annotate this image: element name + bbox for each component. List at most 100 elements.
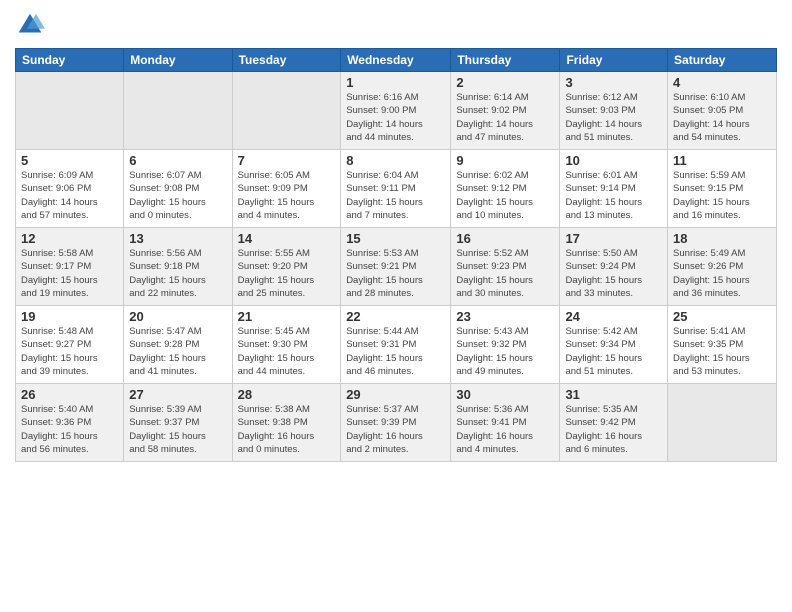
calendar-cell: 23Sunrise: 5:43 AM Sunset: 9:32 PM Dayli… (451, 306, 560, 384)
day-number: 20 (129, 309, 226, 324)
day-info: Sunrise: 6:14 AM Sunset: 9:02 PM Dayligh… (456, 91, 554, 144)
day-number: 14 (238, 231, 336, 246)
day-number: 29 (346, 387, 445, 402)
calendar-cell: 8Sunrise: 6:04 AM Sunset: 9:11 PM Daylig… (341, 150, 451, 228)
calendar-week-row: 26Sunrise: 5:40 AM Sunset: 9:36 PM Dayli… (16, 384, 777, 462)
day-number: 7 (238, 153, 336, 168)
weekday-header: Thursday (451, 49, 560, 72)
day-info: Sunrise: 5:49 AM Sunset: 9:26 PM Dayligh… (673, 247, 771, 300)
calendar-cell (16, 72, 124, 150)
calendar-cell: 30Sunrise: 5:36 AM Sunset: 9:41 PM Dayli… (451, 384, 560, 462)
day-number: 15 (346, 231, 445, 246)
day-info: Sunrise: 6:07 AM Sunset: 9:08 PM Dayligh… (129, 169, 226, 222)
calendar-week-row: 19Sunrise: 5:48 AM Sunset: 9:27 PM Dayli… (16, 306, 777, 384)
day-info: Sunrise: 5:40 AM Sunset: 9:36 PM Dayligh… (21, 403, 118, 456)
day-info: Sunrise: 5:42 AM Sunset: 9:34 PM Dayligh… (565, 325, 662, 378)
day-info: Sunrise: 5:56 AM Sunset: 9:18 PM Dayligh… (129, 247, 226, 300)
calendar-cell: 25Sunrise: 5:41 AM Sunset: 9:35 PM Dayli… (668, 306, 777, 384)
logo (15, 10, 49, 40)
calendar-cell: 22Sunrise: 5:44 AM Sunset: 9:31 PM Dayli… (341, 306, 451, 384)
calendar-cell: 29Sunrise: 5:37 AM Sunset: 9:39 PM Dayli… (341, 384, 451, 462)
weekday-header: Wednesday (341, 49, 451, 72)
day-info: Sunrise: 5:50 AM Sunset: 9:24 PM Dayligh… (565, 247, 662, 300)
day-number: 31 (565, 387, 662, 402)
weekday-header: Monday (124, 49, 232, 72)
day-info: Sunrise: 5:55 AM Sunset: 9:20 PM Dayligh… (238, 247, 336, 300)
day-info: Sunrise: 6:16 AM Sunset: 9:00 PM Dayligh… (346, 91, 445, 144)
calendar-cell: 31Sunrise: 5:35 AM Sunset: 9:42 PM Dayli… (560, 384, 668, 462)
day-info: Sunrise: 5:53 AM Sunset: 9:21 PM Dayligh… (346, 247, 445, 300)
day-info: Sunrise: 5:52 AM Sunset: 9:23 PM Dayligh… (456, 247, 554, 300)
day-info: Sunrise: 6:05 AM Sunset: 9:09 PM Dayligh… (238, 169, 336, 222)
calendar-cell: 3Sunrise: 6:12 AM Sunset: 9:03 PM Daylig… (560, 72, 668, 150)
day-info: Sunrise: 5:39 AM Sunset: 9:37 PM Dayligh… (129, 403, 226, 456)
day-info: Sunrise: 5:45 AM Sunset: 9:30 PM Dayligh… (238, 325, 336, 378)
day-number: 5 (21, 153, 118, 168)
calendar-cell: 5Sunrise: 6:09 AM Sunset: 9:06 PM Daylig… (16, 150, 124, 228)
calendar-cell: 13Sunrise: 5:56 AM Sunset: 9:18 PM Dayli… (124, 228, 232, 306)
day-number: 3 (565, 75, 662, 90)
calendar-cell (124, 72, 232, 150)
calendar-cell: 18Sunrise: 5:49 AM Sunset: 9:26 PM Dayli… (668, 228, 777, 306)
day-number: 19 (21, 309, 118, 324)
calendar-cell: 28Sunrise: 5:38 AM Sunset: 9:38 PM Dayli… (232, 384, 341, 462)
day-info: Sunrise: 5:43 AM Sunset: 9:32 PM Dayligh… (456, 325, 554, 378)
calendar-cell: 12Sunrise: 5:58 AM Sunset: 9:17 PM Dayli… (16, 228, 124, 306)
calendar-cell: 27Sunrise: 5:39 AM Sunset: 9:37 PM Dayli… (124, 384, 232, 462)
day-number: 23 (456, 309, 554, 324)
calendar-cell: 20Sunrise: 5:47 AM Sunset: 9:28 PM Dayli… (124, 306, 232, 384)
day-info: Sunrise: 5:48 AM Sunset: 9:27 PM Dayligh… (21, 325, 118, 378)
day-number: 22 (346, 309, 445, 324)
day-info: Sunrise: 5:36 AM Sunset: 9:41 PM Dayligh… (456, 403, 554, 456)
calendar-cell: 21Sunrise: 5:45 AM Sunset: 9:30 PM Dayli… (232, 306, 341, 384)
calendar-cell: 16Sunrise: 5:52 AM Sunset: 9:23 PM Dayli… (451, 228, 560, 306)
weekday-header: Sunday (16, 49, 124, 72)
calendar-week-row: 5Sunrise: 6:09 AM Sunset: 9:06 PM Daylig… (16, 150, 777, 228)
weekday-header: Tuesday (232, 49, 341, 72)
day-number: 11 (673, 153, 771, 168)
day-number: 21 (238, 309, 336, 324)
calendar-cell: 1Sunrise: 6:16 AM Sunset: 9:00 PM Daylig… (341, 72, 451, 150)
day-info: Sunrise: 6:12 AM Sunset: 9:03 PM Dayligh… (565, 91, 662, 144)
calendar-cell: 15Sunrise: 5:53 AM Sunset: 9:21 PM Dayli… (341, 228, 451, 306)
day-number: 28 (238, 387, 336, 402)
day-number: 25 (673, 309, 771, 324)
day-info: Sunrise: 5:58 AM Sunset: 9:17 PM Dayligh… (21, 247, 118, 300)
calendar-body: 1Sunrise: 6:16 AM Sunset: 9:00 PM Daylig… (16, 72, 777, 462)
day-info: Sunrise: 6:10 AM Sunset: 9:05 PM Dayligh… (673, 91, 771, 144)
day-info: Sunrise: 5:37 AM Sunset: 9:39 PM Dayligh… (346, 403, 445, 456)
day-info: Sunrise: 5:35 AM Sunset: 9:42 PM Dayligh… (565, 403, 662, 456)
day-number: 30 (456, 387, 554, 402)
day-number: 9 (456, 153, 554, 168)
calendar-cell: 17Sunrise: 5:50 AM Sunset: 9:24 PM Dayli… (560, 228, 668, 306)
calendar-cell: 10Sunrise: 6:01 AM Sunset: 9:14 PM Dayli… (560, 150, 668, 228)
day-info: Sunrise: 6:01 AM Sunset: 9:14 PM Dayligh… (565, 169, 662, 222)
day-number: 24 (565, 309, 662, 324)
day-number: 13 (129, 231, 226, 246)
page: SundayMondayTuesdayWednesdayThursdayFrid… (0, 0, 792, 612)
day-number: 4 (673, 75, 771, 90)
day-number: 12 (21, 231, 118, 246)
day-number: 27 (129, 387, 226, 402)
calendar-cell: 19Sunrise: 5:48 AM Sunset: 9:27 PM Dayli… (16, 306, 124, 384)
calendar-week-row: 12Sunrise: 5:58 AM Sunset: 9:17 PM Dayli… (16, 228, 777, 306)
calendar-cell (232, 72, 341, 150)
calendar-cell: 24Sunrise: 5:42 AM Sunset: 9:34 PM Dayli… (560, 306, 668, 384)
weekday-row: SundayMondayTuesdayWednesdayThursdayFrid… (16, 49, 777, 72)
day-info: Sunrise: 5:38 AM Sunset: 9:38 PM Dayligh… (238, 403, 336, 456)
header (15, 10, 777, 40)
day-info: Sunrise: 5:47 AM Sunset: 9:28 PM Dayligh… (129, 325, 226, 378)
day-number: 26 (21, 387, 118, 402)
calendar: SundayMondayTuesdayWednesdayThursdayFrid… (15, 48, 777, 462)
logo-icon (15, 10, 45, 40)
day-number: 18 (673, 231, 771, 246)
day-info: Sunrise: 6:09 AM Sunset: 9:06 PM Dayligh… (21, 169, 118, 222)
day-info: Sunrise: 5:41 AM Sunset: 9:35 PM Dayligh… (673, 325, 771, 378)
day-number: 8 (346, 153, 445, 168)
day-number: 2 (456, 75, 554, 90)
calendar-cell: 11Sunrise: 5:59 AM Sunset: 9:15 PM Dayli… (668, 150, 777, 228)
day-number: 10 (565, 153, 662, 168)
weekday-header: Saturday (668, 49, 777, 72)
calendar-cell: 26Sunrise: 5:40 AM Sunset: 9:36 PM Dayli… (16, 384, 124, 462)
calendar-week-row: 1Sunrise: 6:16 AM Sunset: 9:00 PM Daylig… (16, 72, 777, 150)
